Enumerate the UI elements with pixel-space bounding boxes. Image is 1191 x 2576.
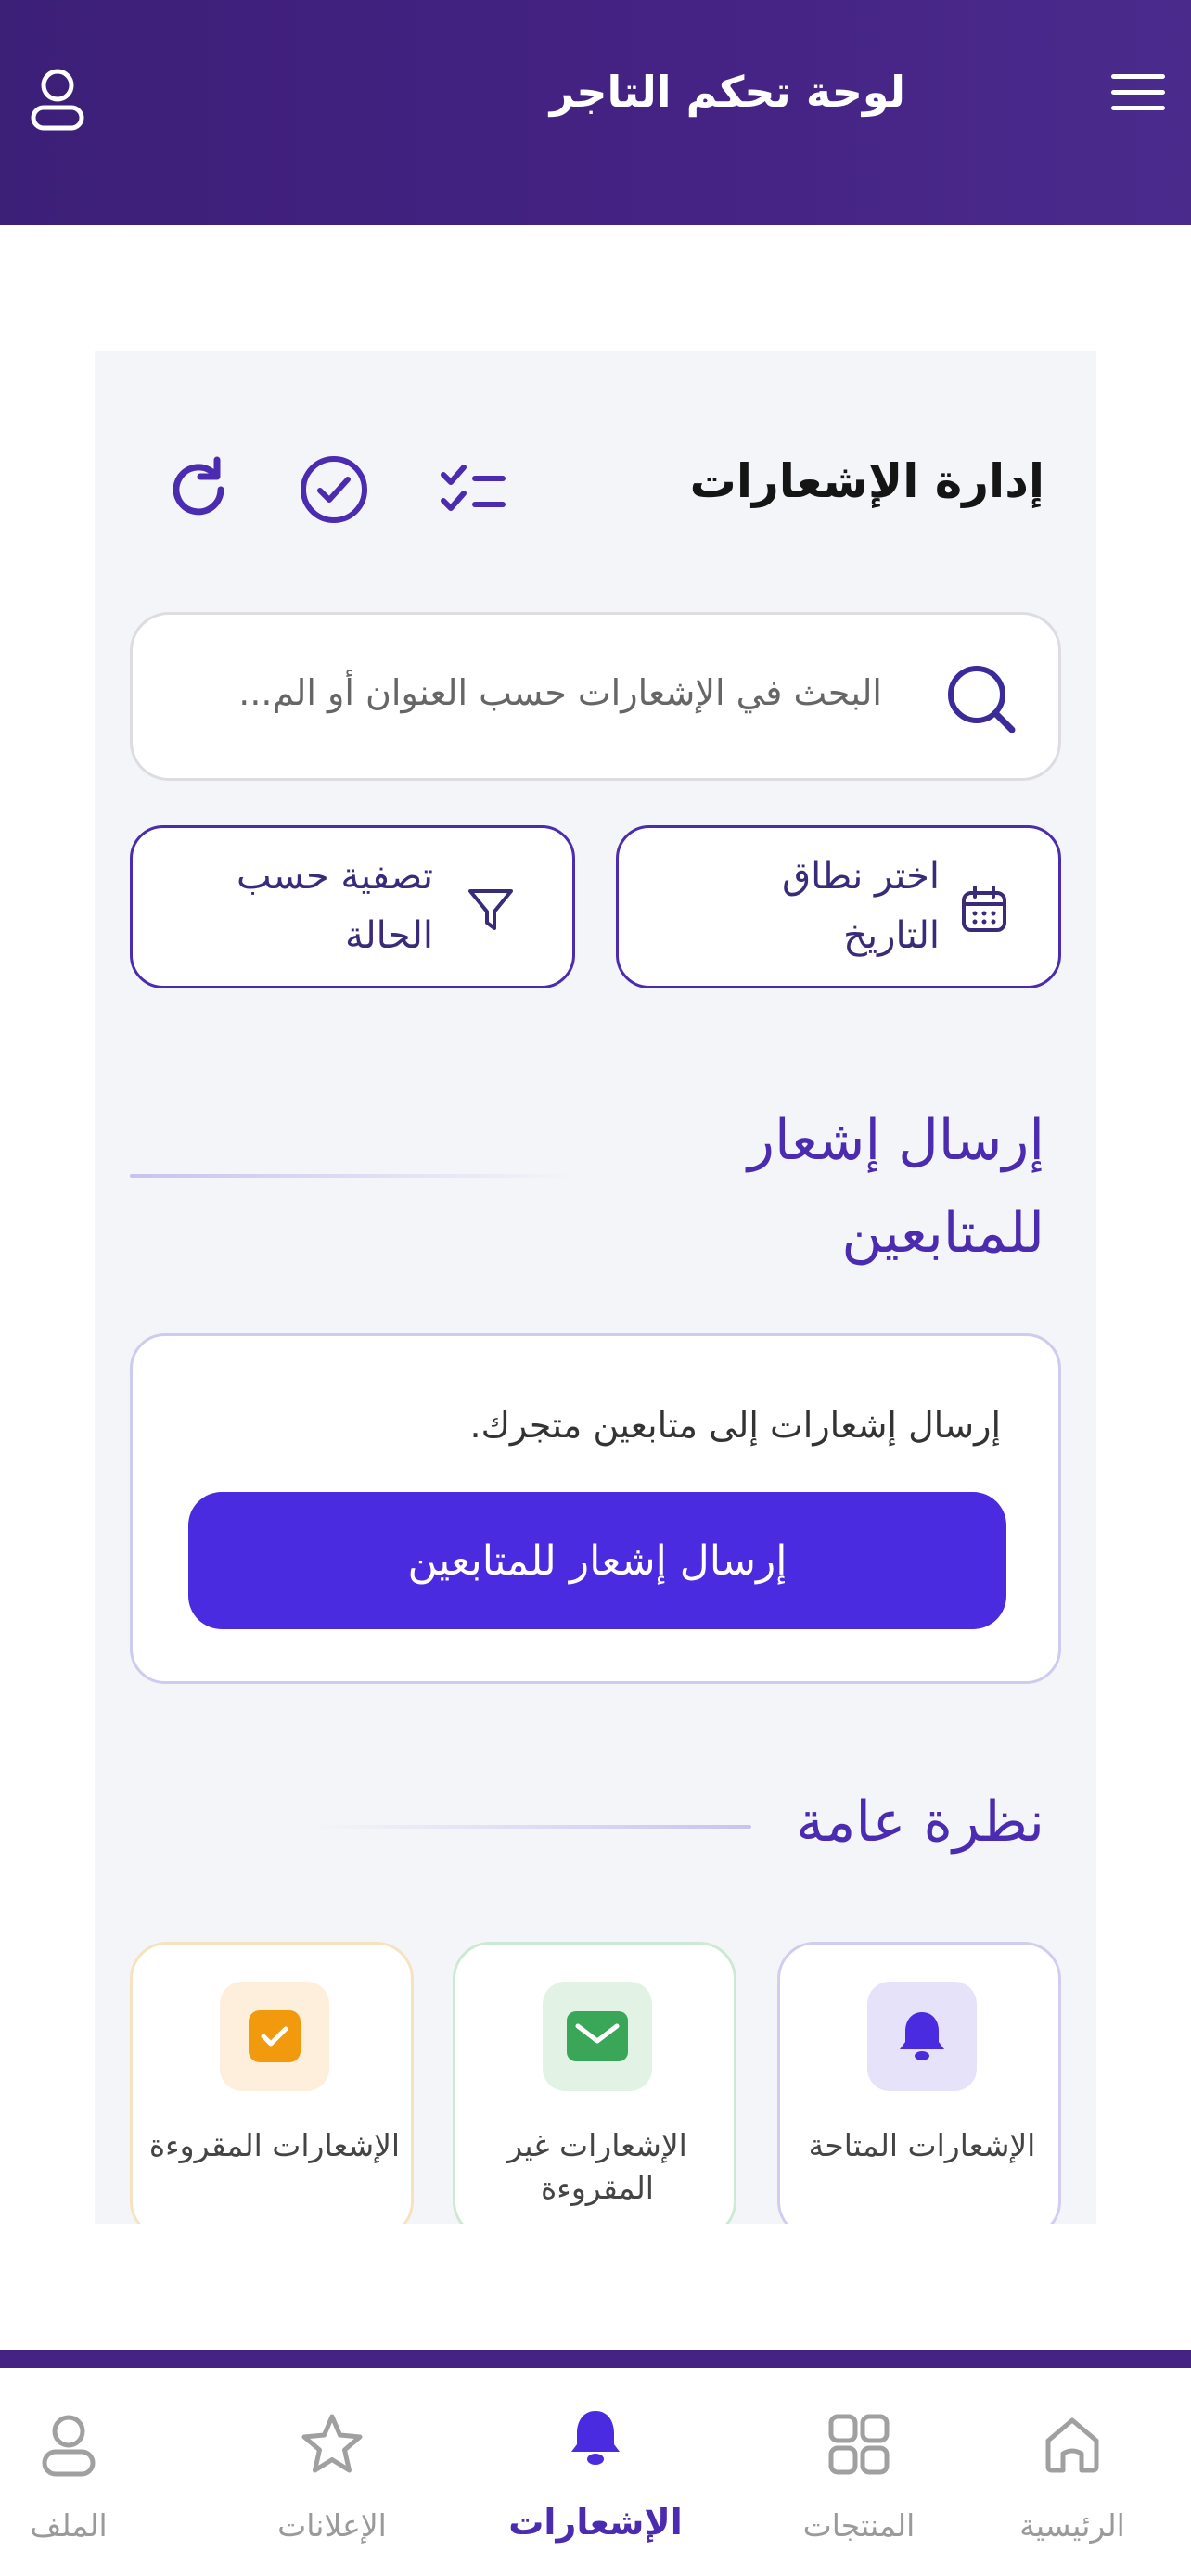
user-icon[interactable]	[28, 65, 87, 132]
star-icon	[301, 2414, 363, 2473]
nav-item-notifications[interactable]: الإشعارات	[477, 2368, 714, 2576]
stat-label: الإشعارات المتاحة	[808, 2127, 1036, 2163]
menu-icon[interactable]	[1111, 74, 1165, 115]
page-title: لوحة تحكم التاجر	[549, 67, 905, 117]
nav-label: الإشعارات	[508, 2502, 683, 2543]
nav-label: المنتجات	[802, 2507, 916, 2544]
bottom-nav: الرئيسية المنتجات الإشعارات الإعلانات ال…	[0, 2368, 1191, 2576]
check-circle-icon[interactable]	[297, 453, 371, 527]
app-header: لوحة تحكم التاجر	[0, 0, 1191, 225]
send-notification-button[interactable]: إرسال إشعار للمتابعين	[188, 1492, 1006, 1629]
status-filter-button[interactable]: تصفية حسب الحالة	[130, 825, 575, 988]
overview-title: نظرة عامة	[796, 1790, 1044, 1855]
search-placeholder: البحث في الإشعارات حسب العنوان أو الم...	[238, 672, 882, 713]
checklist-icon[interactable]	[436, 453, 510, 527]
stat-card-unread[interactable]: الإشعارات غير المقروءة	[453, 1942, 736, 2238]
date-range-button[interactable]: اختر نطاق التاريخ	[616, 825, 1061, 988]
nav-item-home[interactable]: الرئيسية	[954, 2368, 1191, 2576]
stat-label: الإشعارات المقروءة	[148, 2127, 401, 2163]
home-icon	[1045, 2417, 1099, 2473]
envelope-icon	[567, 2011, 628, 2061]
bell-icon	[571, 2411, 620, 2465]
nav-label: الإعلانات	[277, 2507, 387, 2544]
refresh-icon[interactable]	[161, 453, 236, 527]
bell-icon	[900, 2012, 944, 2060]
section-title: إدارة الإشعارات	[689, 454, 1044, 508]
stat-card-read[interactable]: الإشعارات المقروءة	[130, 1942, 414, 2238]
search-input[interactable]: البحث في الإشعارات حسب العنوان أو الم...	[130, 612, 1061, 781]
send-description: إرسال إشعارات إلى متابعين متجرك.	[469, 1405, 1001, 1446]
send-section-title: إرسال إشعار للمتابعين	[747, 1108, 1044, 1266]
user-icon	[42, 2415, 96, 2477]
nav-item-profile[interactable]: الملف	[0, 2368, 187, 2576]
grid-icon	[828, 2414, 890, 2475]
send-divider	[130, 1174, 575, 1178]
date-range-label: اختر نطاق التاريخ	[782, 855, 940, 957]
nav-item-products[interactable]: المنتجات	[740, 2368, 978, 2576]
overview-divider	[315, 1825, 751, 1829]
status-filter-label: تصفية حسب الحالة	[237, 855, 433, 957]
nav-label: الملف	[30, 2507, 108, 2544]
search-icon	[948, 666, 1016, 733]
nav-item-ads[interactable]: الإعلانات	[213, 2368, 451, 2576]
nav-label: الرئيسية	[1019, 2507, 1125, 2544]
filter-icon	[468, 889, 513, 930]
send-notification-card: إرسال إشعارات إلى متابعين متجرك. إرسال إ…	[130, 1333, 1061, 1684]
stat-label: الإشعارات غير المقروءة	[507, 2127, 687, 2206]
stat-card-available[interactable]: الإشعارات المتاحة	[777, 1942, 1061, 2238]
check-icon	[249, 2010, 301, 2062]
calendar-icon	[962, 886, 1006, 932]
